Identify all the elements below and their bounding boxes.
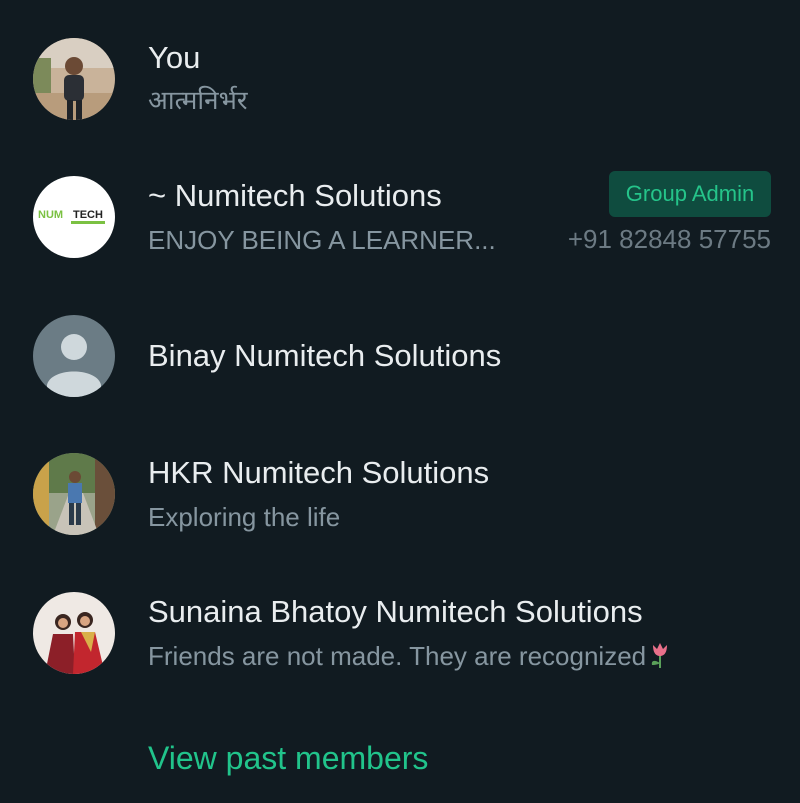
view-past-members-link[interactable]: View past members bbox=[148, 739, 428, 777]
logo-text-tech: TECH bbox=[73, 209, 103, 221]
avatar-hkr bbox=[33, 453, 115, 535]
member-name: HKR Numitech Solutions bbox=[148, 455, 490, 490]
member-row-sunaina[interactable]: Sunaina Bhatoy Numitech Solutions Friend… bbox=[0, 579, 800, 689]
member-name: You bbox=[148, 40, 201, 75]
member-row-you[interactable]: You आत्मनिर्भर bbox=[0, 25, 800, 135]
member-row-binay[interactable]: Binay Numitech Solutions bbox=[0, 301, 800, 411]
default-avatar-icon bbox=[33, 315, 115, 397]
logo-text-num: NUM bbox=[38, 209, 63, 221]
status-text: Friends are not made. They are recognize… bbox=[148, 641, 647, 671]
member-status: Exploring the life bbox=[148, 502, 341, 532]
member-status: आत्मनिर्भर bbox=[148, 85, 248, 115]
member-status: ENJOY BEING A LEARNER... bbox=[148, 225, 496, 255]
avatar-sunaina bbox=[33, 592, 115, 674]
member-name: Binay Numitech Solutions bbox=[148, 338, 502, 373]
avatar-numitech-logo: NUM TECH bbox=[33, 176, 115, 258]
avatar-you bbox=[33, 38, 115, 120]
member-status: Friends are not made. They are recognize… bbox=[148, 640, 672, 676]
group-admin-badge: Group Admin bbox=[609, 171, 771, 217]
tulip-icon bbox=[648, 641, 672, 676]
member-name: Sunaina Bhatoy Numitech Solutions bbox=[148, 594, 643, 629]
member-name: ~ Numitech Solutions bbox=[148, 178, 442, 213]
member-phone: +91 82848 57755 bbox=[567, 224, 771, 254]
member-row-hkr[interactable]: HKR Numitech Solutions Exploring the lif… bbox=[0, 440, 800, 550]
